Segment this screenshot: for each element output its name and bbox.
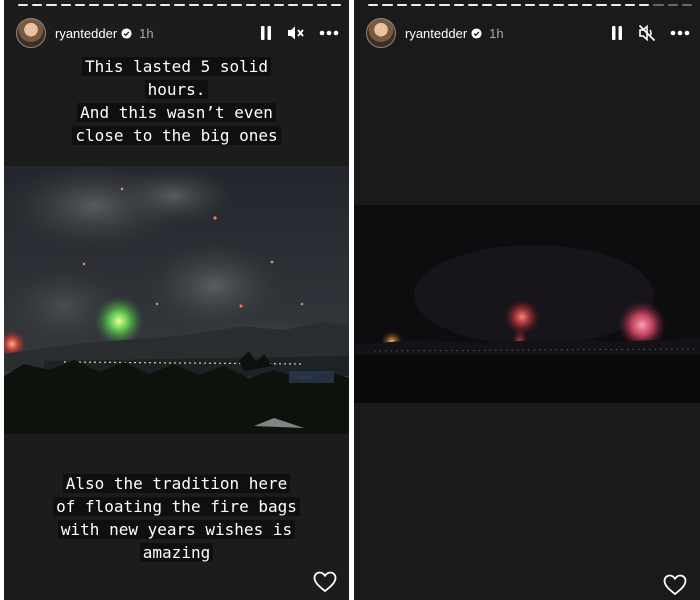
progress-segment [453, 4, 464, 6]
caption-line: close to the big ones [72, 126, 281, 145]
progress-segment [382, 4, 393, 6]
heart-icon[interactable] [313, 571, 337, 593]
username[interactable]: ryantedder [405, 26, 467, 41]
progress-segment [330, 4, 342, 6]
progress-segment [510, 4, 521, 6]
progress-segment [32, 4, 43, 6]
progress-segment [174, 4, 185, 6]
progress-segment [117, 4, 128, 6]
progress-segment [467, 4, 479, 6]
progress-segment [581, 4, 593, 6]
progress-segment [259, 4, 270, 6]
heart-icon[interactable] [663, 574, 687, 596]
progress-segment [425, 4, 436, 6]
progress-segment [46, 4, 57, 6]
caption-line: This lasted 5 solid [81, 57, 272, 76]
pause-icon[interactable] [259, 25, 273, 41]
caption-line: hours. [144, 80, 209, 99]
progress-segment [288, 4, 299, 6]
post-time: 1h [139, 25, 154, 41]
progress-segment [653, 4, 664, 6]
verified-badge-icon [121, 27, 132, 39]
progress-segment [74, 4, 86, 6]
caption-line: And this wasn’t even [77, 103, 276, 122]
story-progress-bar [368, 4, 693, 6]
progress-segment [89, 4, 100, 6]
progress-segment [639, 4, 650, 6]
story-header: ryantedder 1h [16, 18, 339, 48]
caption-line: Also the tradition here [62, 474, 291, 493]
progress-segment [217, 4, 228, 6]
progress-segment [316, 4, 327, 6]
caption-bottom: Also the tradition here of floating the … [4, 472, 349, 564]
progress-segment [103, 4, 114, 6]
progress-segment [18, 4, 29, 6]
progress-segment [368, 4, 379, 6]
verified-badge-icon [471, 27, 482, 39]
progress-segment [539, 4, 550, 6]
caption-line: with new years wishes is [57, 520, 296, 539]
progress-segment [245, 4, 256, 6]
pause-icon[interactable] [610, 25, 624, 41]
speaker-off-icon[interactable] [638, 24, 656, 42]
story-progress-bar [18, 4, 342, 6]
story-header: ryantedder 1h [366, 18, 690, 48]
progress-segment [145, 4, 157, 6]
progress-segment [60, 4, 71, 6]
progress-segment [624, 4, 636, 6]
speaker-muted-icon[interactable] [287, 25, 305, 41]
story-right[interactable]: ryantedder 1h [354, 0, 700, 600]
avatar[interactable] [16, 18, 46, 48]
progress-segment [553, 4, 564, 6]
progress-segment [302, 4, 313, 6]
more-icon[interactable] [670, 30, 690, 36]
progress-segment [596, 4, 607, 6]
progress-segment [410, 4, 422, 6]
progress-segment [524, 4, 536, 6]
progress-segment [667, 4, 678, 6]
progress-segment [231, 4, 242, 6]
progress-segment [496, 4, 507, 6]
fireworks-photo [4, 166, 349, 434]
progress-segment [160, 4, 171, 6]
progress-segment [273, 4, 285, 6]
post-time: 1h [489, 25, 504, 41]
progress-segment [439, 4, 450, 6]
progress-segment [567, 4, 578, 6]
progress-segment [396, 4, 407, 6]
caption-top: This lasted 5 solid hours. And this wasn… [4, 55, 349, 147]
avatar[interactable] [366, 18, 396, 48]
progress-segment [188, 4, 199, 6]
more-icon[interactable] [319, 30, 339, 36]
caption-line: of floating the fire bags [53, 497, 300, 516]
username[interactable]: ryantedder [55, 26, 117, 41]
progress-segment [681, 4, 693, 6]
story-left[interactable]: ryantedder 1h This lasted 5 solid hours.… [4, 0, 349, 600]
progress-segment [610, 4, 621, 6]
fireworks-video [354, 205, 700, 403]
progress-segment [482, 4, 493, 6]
progress-segment [202, 4, 214, 6]
caption-line: amazing [139, 543, 214, 562]
progress-segment [131, 4, 142, 6]
